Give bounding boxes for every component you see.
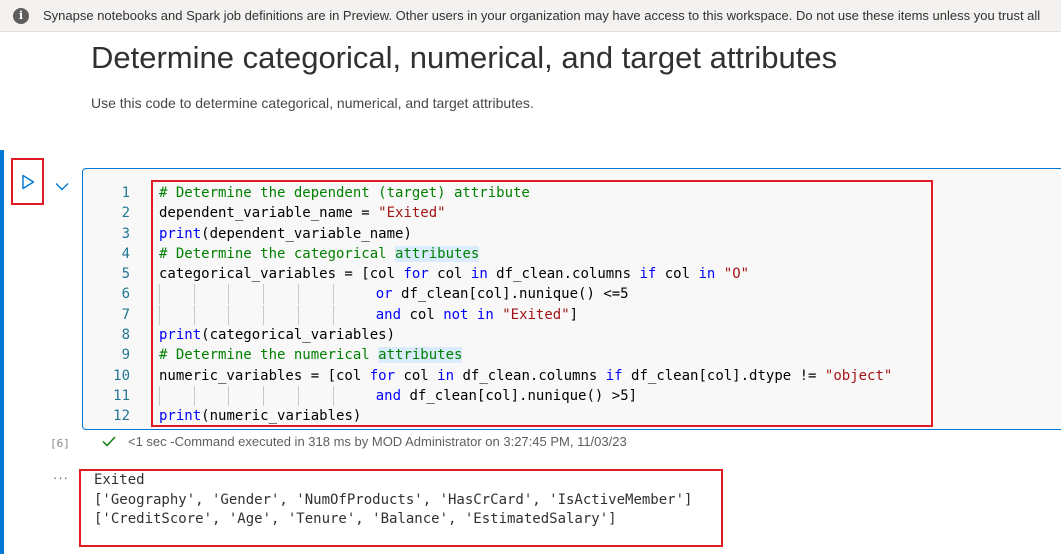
execution-count: [6] <box>50 437 70 450</box>
checkmark-icon <box>102 436 116 447</box>
line-number: 4 <box>121 245 130 262</box>
line-number: 7 <box>121 306 130 323</box>
line-number: 10 <box>113 367 130 384</box>
line-number: 1 <box>121 185 130 201</box>
collapse-cell-button[interactable] <box>52 176 72 196</box>
banner-message: Synapse notebooks and Spark job definiti… <box>43 8 1041 23</box>
line-number: 8 <box>121 327 130 344</box>
status-text: <1 sec -Command executed in 318 ms by MO… <box>128 434 627 449</box>
line-number: 5 <box>121 266 130 283</box>
preview-banner: i Synapse notebooks and Spark job defini… <box>0 0 1061 32</box>
execution-status: <1 sec -Command executed in 318 ms by MO… <box>102 434 627 449</box>
markdown-description: Use this code to determine categorical, … <box>91 95 534 111</box>
run-icon <box>21 174 34 189</box>
line-number: 2 <box>121 205 130 222</box>
line-number: 12 <box>113 408 130 425</box>
line-number: 6 <box>121 286 130 303</box>
chevron-down-icon <box>55 182 69 190</box>
run-cell-button[interactable] <box>11 158 44 205</box>
line-number: 3 <box>121 225 130 242</box>
info-icon: i <box>13 7 29 24</box>
code-highlight-box <box>151 180 933 427</box>
markdown-title: Determine categorical, numerical, and ta… <box>91 40 838 75</box>
line-number: 9 <box>121 347 130 364</box>
line-number: 11 <box>113 387 130 404</box>
output-more-icon[interactable]: ··· <box>53 470 69 485</box>
active-cell-indicator <box>0 150 4 554</box>
output-highlight-box <box>79 469 723 547</box>
